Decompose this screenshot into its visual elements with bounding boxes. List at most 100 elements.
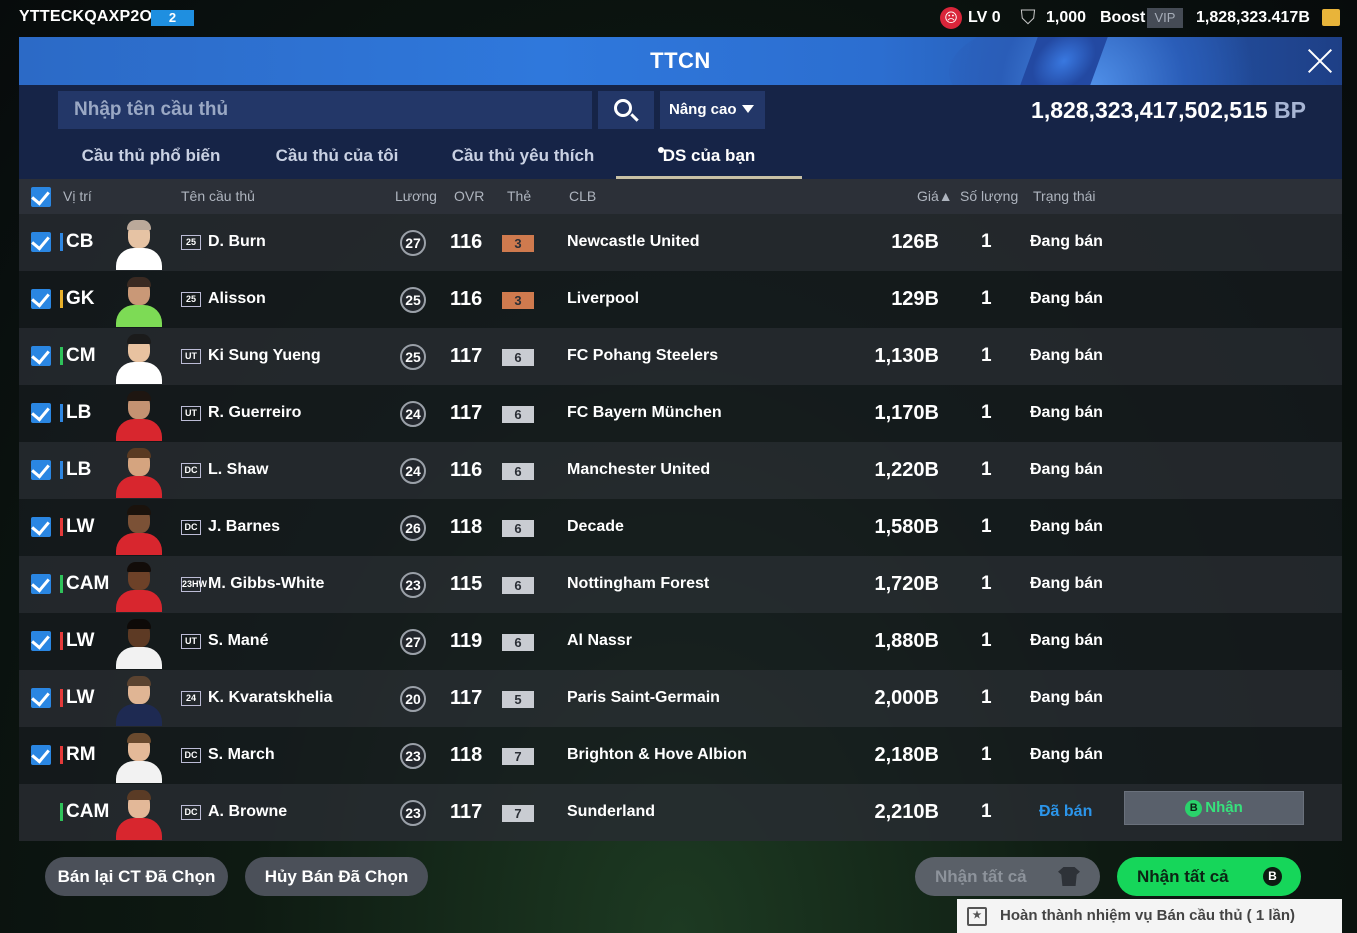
table-row[interactable]: CAM DC A. Browne 23 117 7 Sunderland 2,210B 1 Đã … [19,784,1342,841]
table-row[interactable]: CAM 23HW M. Gibbs-White 23 115 6 Nottingham Fo… [19,556,1342,613]
search-icon-handle [630,113,639,122]
header-name[interactable]: Tên cầu thủ [181,188,255,204]
header-club[interactable]: CLB [569,188,596,204]
table-row[interactable]: LB DC L. Shaw 24 116 6 Manchester United 1,220B… [19,442,1342,499]
player-ovr: 119 [450,630,483,652]
bp-value: 1,828,323,417,502,515 [1031,97,1268,123]
player-name: J. Barnes [208,518,281,535]
row-checkbox[interactable] [31,460,51,480]
tab-label: Cầu thủ yêu thích [451,146,595,165]
tab-my-players[interactable]: Cầu thủ của tôi [257,141,417,179]
player-position: CB [60,231,93,253]
player-price: 1,170B [874,402,940,424]
listings-table: Vị trí Tên cầu thủ Lương OVR Thẻ CLB Giá… [19,179,1342,926]
header-quantity[interactable]: Số lượng [960,188,1018,204]
header-status[interactable]: Trạng thái [1033,188,1096,204]
listing-status: Đang bán [1030,233,1103,250]
player-club: FC Pohang Steelers [567,347,719,364]
player-position: CM [60,345,96,367]
vip-badge[interactable]: VIP [1147,8,1183,28]
search-input[interactable] [58,91,592,129]
cancel-selected-button[interactable]: Hủy Bán Đã Chọn [245,857,428,896]
season-badge-icon: UT [181,349,201,364]
select-all-checkbox[interactable] [31,187,51,207]
row-checkbox[interactable] [31,346,51,366]
table-row[interactable]: RM DC S. March 23 118 7 Brighton & Hove Albion… [19,727,1342,784]
listing-status: Đang bán [1030,404,1103,421]
grade-badge: 6 [502,577,534,594]
salary-badge: 23 [400,743,426,769]
header-grade[interactable]: Thẻ [507,188,531,204]
transfer-market-panel: TTCN Nâng cao 1,828,323,417,502,515 BP C… [19,37,1342,933]
header-ovr[interactable]: OVR [454,188,484,204]
player-ovr: 116 [450,288,483,310]
row-checkbox[interactable] [31,517,51,537]
row-checkbox[interactable] [31,688,51,708]
player-quantity: 1 [981,744,992,765]
player-ovr: 117 [450,687,483,709]
panel-header: TTCN [19,37,1342,85]
player-position: LW [60,687,95,709]
table-row[interactable]: CM UT Ki Sung Yueng 25 117 6 FC Pohang Steeler… [19,328,1342,385]
player-price: 1,880B [874,630,940,652]
grade-badge: 5 [502,691,534,708]
salary-badge: 24 [400,401,426,427]
header-salary[interactable]: Lương [395,188,437,204]
tab-favorite-players[interactable]: Cầu thủ yêu thích [443,141,603,179]
season-badge-icon: 24 [181,691,201,706]
player-avatar [114,788,164,840]
player-price: 1,130B [874,345,940,367]
player-price: 1,220B [874,459,940,481]
season-badge-icon: UT [181,634,201,649]
player-name: K. Kvaratskhelia [208,689,333,706]
listing-status: Đã bán [1039,803,1093,820]
lv-face-icon: ☹ [940,7,962,29]
player-ovr: 117 [450,402,483,424]
row-checkbox[interactable] [31,403,51,423]
player-position: CAM [60,801,109,823]
boost-label[interactable]: Boost [1100,9,1145,27]
shield-icon: ⛉ [1020,7,1036,29]
row-checkbox[interactable] [31,631,51,651]
resell-selected-button[interactable]: Bán lại CT Đã Chọn [45,857,228,896]
player-avatar [114,560,164,612]
search-button[interactable] [598,91,654,129]
player-quantity: 1 [981,459,992,480]
player-quantity: 1 [981,630,992,651]
mission-banner[interactable]: ★ Hoàn thành nhiệm vụ Bán cầu thủ ( 1 lầ… [957,899,1342,933]
player-name: D. Burn [208,233,266,250]
header-position[interactable]: Vị trí [63,188,92,204]
player-price: 2,000B [874,687,940,709]
table-row[interactable]: LW DC J. Barnes 26 118 6 Decade 1,580B 1 Đang bán [19,499,1342,556]
grade-badge: 3 [502,235,534,252]
table-row[interactable]: LB UT R. Guerreiro 24 117 6 FC Bayern München 1… [19,385,1342,442]
player-position: GK [60,288,95,310]
player-position: CAM [60,573,109,595]
row-checkbox[interactable] [31,232,51,252]
player-quantity: 1 [981,345,992,366]
player-price: 2,210B [874,801,940,823]
tab-your-listings[interactable]: DS của bạn [616,141,802,179]
row-checkbox[interactable] [31,574,51,594]
table-row[interactable]: GK 25 Alisson 25 116 3 Liverpool 129B 1 Đang bán [19,271,1342,328]
player-position: LB [60,459,91,481]
coin-balance: 1,828,323.417B [1196,9,1310,26]
row-checkbox[interactable] [31,745,51,765]
table-row[interactable]: LW 24 K. Kvaratskhelia 20 117 5 Paris Saint-Ge… [19,670,1342,727]
mission-text: Hoàn thành nhiệm vụ Bán cầu thủ ( 1 lần) [1000,907,1296,924]
close-icon[interactable] [1304,45,1336,77]
player-price: 1,580B [874,516,940,538]
header-price[interactable]: Giá▲ [917,188,953,204]
grade-badge: 6 [502,463,534,480]
table-row[interactable]: LW UT S. Mané 27 119 6 Al Nassr 1,880B 1 Đang bán [19,613,1342,670]
table-row[interactable]: CB 25 D. Burn 27 116 3 Newcastle United 126B 1 Đa… [19,214,1342,271]
row-checkbox[interactable] [31,289,51,309]
claim-button[interactable]: B Nhận [1124,791,1304,825]
player-ovr: 118 [450,744,483,766]
tab-popular-players[interactable]: Cầu thủ phổ biến [71,141,231,179]
salary-badge: 25 [400,344,426,370]
claim-all-button[interactable]: Nhận tất cả B [1117,857,1301,896]
listing-status: Đang bán [1030,290,1103,307]
player-quantity: 1 [981,573,992,594]
listing-status: Đang bán [1030,518,1103,535]
